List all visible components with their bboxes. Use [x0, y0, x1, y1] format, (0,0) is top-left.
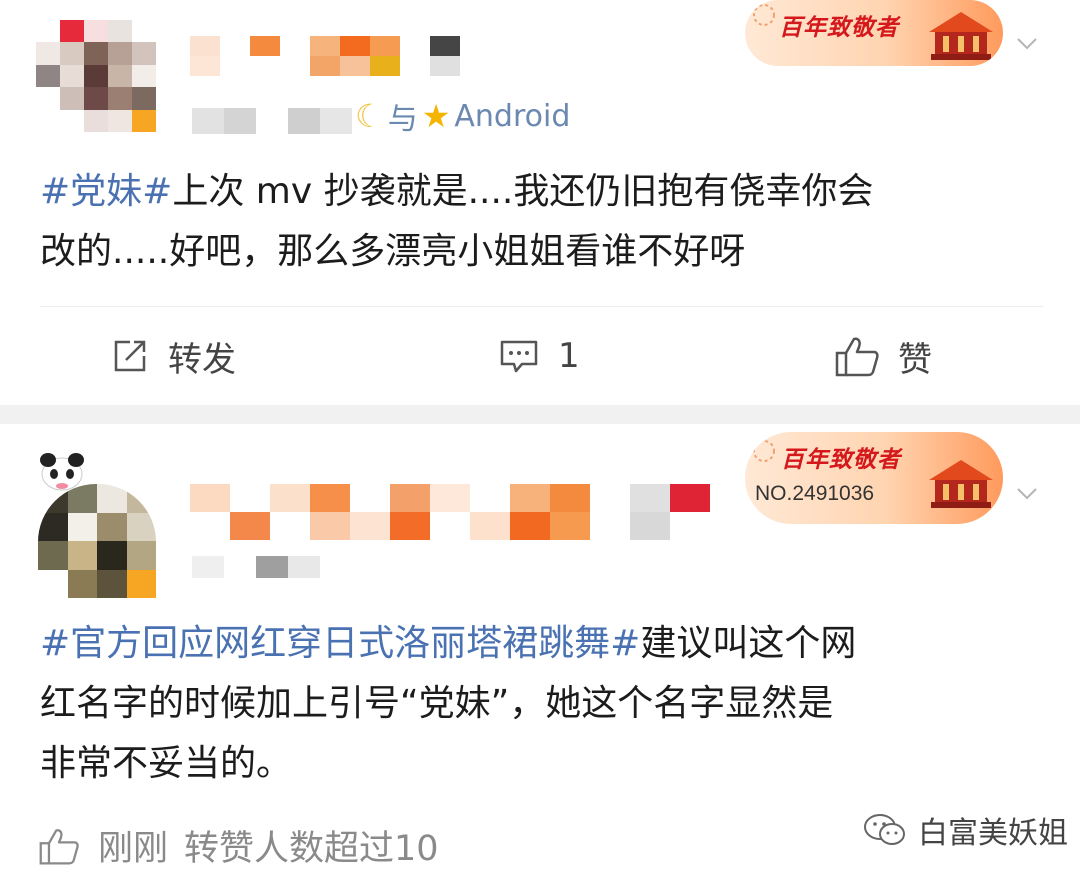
like-summary[interactable]: 刚刚 转赞人数超过10 [38, 820, 439, 871]
watermark: 白富美妖姐 [862, 808, 1068, 852]
weibo-post-1: ☾ 与 ★ Android 百年致敬者 #党妹#上次 mv 抄袭就是....我还… [0, 0, 1080, 405]
moon-icon: ☾ [355, 97, 384, 135]
thumbs-up-icon [835, 337, 879, 377]
like-button[interactable]: 赞 [834, 333, 932, 380]
wechat-icon [864, 814, 905, 845]
post-text-line-2: 改的.....好吧，那么多漂亮小姐姐看谁不好呀 [40, 231, 746, 272]
post-text: #党妹#上次 mv 抄袭就是....我还仍旧抱有侥幸你会 改的.....好吧，那… [40, 162, 1040, 282]
pavilion-icon [929, 12, 993, 60]
topic-link[interactable]: #党妹# [40, 171, 172, 212]
avatar[interactable] [38, 484, 156, 598]
watermark-text: 白富美妖姐 [918, 816, 1068, 851]
source-device[interactable]: Android [454, 99, 570, 134]
post-text-line-2: 红名字的时候加上引号“党妹”，她这个名字显然是 [40, 683, 834, 724]
topic-link[interactable]: #官方回应网红穿日式洛丽塔裙跳舞# [40, 623, 640, 664]
badge-title: 百年致敬者 [781, 446, 901, 473]
comment-count: 1 [558, 336, 580, 376]
pavilion-icon [929, 460, 993, 508]
action-bar: 转发 1 赞 [40, 306, 1043, 406]
thumbs-up-icon [39, 828, 79, 864]
username-blurred[interactable] [190, 36, 460, 76]
repost-icon [114, 340, 146, 372]
centenary-badge[interactable]: 百年致敬者 NO.2491036 [745, 432, 1003, 524]
star-icon: ★ [421, 97, 451, 135]
firework-icon [753, 440, 775, 462]
comment-icon [500, 340, 538, 373]
repost-label: 转发 [168, 339, 236, 380]
repost-info: 转赞人数超过10 [184, 829, 439, 869]
source-joiner: 与 [387, 102, 418, 137]
comment-button[interactable]: 1 [498, 333, 580, 379]
firework-icon [753, 4, 775, 26]
post-text: #官方回应网红穿日式洛丽塔裙跳舞#建议叫这个网 红名字的时候加上引号“党妹”，她… [40, 614, 1050, 794]
chevron-down-icon[interactable] [1016, 32, 1038, 54]
post-text-line-3: 非常不妥当的。 [40, 743, 293, 784]
post-text-segment: 建议叫这个网 [640, 623, 857, 664]
post-text-line-1: #官方回应网红穿日式洛丽塔裙跳舞#建议叫这个网 [40, 614, 1050, 674]
post-time: 刚刚 [98, 829, 169, 869]
chevron-down-icon[interactable] [1016, 482, 1038, 504]
post-text-line-1: #党妹#上次 mv 抄袭就是....我还仍旧抱有侥幸你会 [40, 162, 1040, 222]
post-divider [0, 405, 1080, 424]
centenary-badge[interactable]: 百年致敬者 [745, 0, 1003, 66]
repost-button[interactable]: 转发 [110, 333, 236, 380]
post-time-blurred [192, 108, 352, 134]
post-time-blurred [192, 556, 352, 578]
badge-number: NO.2491036 [755, 482, 875, 505]
avatar[interactable] [36, 20, 156, 132]
username-blurred[interactable] [190, 484, 710, 540]
like-label: 赞 [898, 339, 932, 380]
weibo-post-2: 百年致敬者 NO.2491036 #官方回应网红穿日式洛丽塔裙跳舞#建议叫这个网… [0, 424, 1080, 874]
badge-title: 百年致敬者 [779, 14, 899, 41]
post-text-segment: 上次 mv 抄袭就是....我还仍旧抱有侥幸你会 [172, 171, 874, 212]
post-source: ☾ 与 ★ Android [355, 94, 570, 138]
